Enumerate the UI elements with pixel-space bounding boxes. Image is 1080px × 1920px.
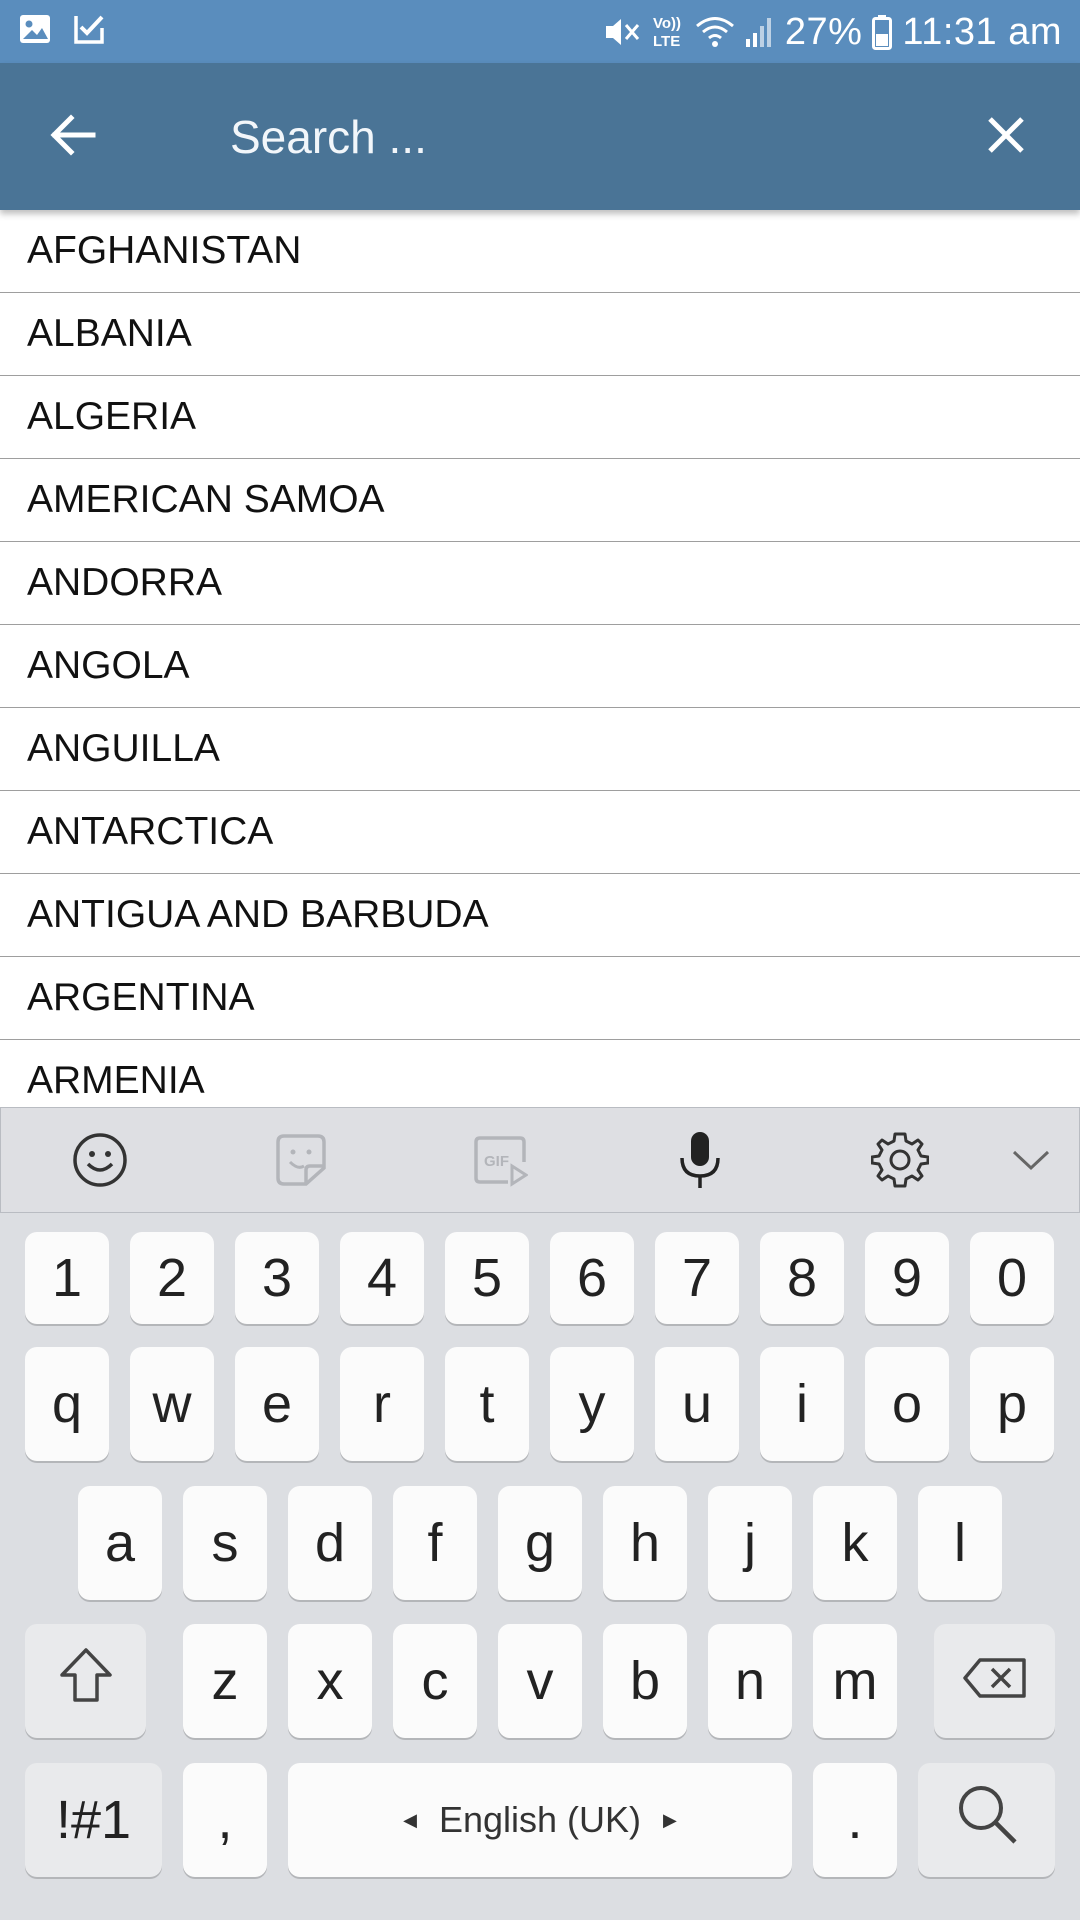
sticker-button[interactable]	[268, 1130, 332, 1194]
period-key[interactable]: .	[813, 1763, 897, 1877]
key-h[interactable]: h	[603, 1486, 687, 1600]
key-2[interactable]: 2	[130, 1232, 214, 1324]
key-7[interactable]: 7	[655, 1232, 739, 1324]
svg-text:Vo)): Vo))	[653, 15, 681, 32]
key-a[interactable]: a	[78, 1486, 162, 1600]
key-4[interactable]: 4	[340, 1232, 424, 1324]
key-i[interactable]: i	[760, 1347, 844, 1461]
volte-icon: Vo)) LTE	[651, 12, 685, 52]
signal-icon	[745, 15, 775, 49]
hide-keyboard-button[interactable]	[999, 1130, 1063, 1194]
space-key[interactable]: ◀ English (UK) ▶	[288, 1763, 792, 1877]
list-item[interactable]: ANGOLA	[0, 625, 1080, 708]
key-3[interactable]: 3	[235, 1232, 319, 1324]
list-item[interactable]: ANDORRA	[0, 542, 1080, 625]
arrow-back-icon	[49, 113, 97, 162]
list-item[interactable]: ANTARCTICA	[0, 791, 1080, 874]
key-y[interactable]: y	[550, 1347, 634, 1461]
emoji-icon	[72, 1132, 128, 1193]
key-0[interactable]: 0	[970, 1232, 1054, 1324]
list-item[interactable]: AFGHANISTAN	[0, 210, 1080, 293]
key-n[interactable]: n	[708, 1624, 792, 1738]
voice-input-button[interactable]	[668, 1130, 732, 1194]
key-j[interactable]: j	[708, 1486, 792, 1600]
list-item[interactable]: ANGUILLA	[0, 708, 1080, 791]
key-5[interactable]: 5	[445, 1232, 529, 1324]
list-item[interactable]: ANTIGUA AND BARBUDA	[0, 874, 1080, 957]
key-o[interactable]: o	[865, 1347, 949, 1461]
battery-icon	[872, 14, 893, 50]
language-left-arrow-icon: ◀	[403, 1809, 417, 1830]
clear-search-button[interactable]	[966, 101, 1046, 173]
microphone-icon	[672, 1130, 728, 1195]
key-l[interactable]: l	[918, 1486, 1002, 1600]
search-action-key[interactable]	[918, 1763, 1055, 1877]
key-x[interactable]: x	[288, 1624, 372, 1738]
svg-text:LTE: LTE	[653, 33, 680, 50]
search-app-bar	[0, 63, 1080, 210]
key-g[interactable]: g	[498, 1486, 582, 1600]
key-s[interactable]: s	[183, 1486, 267, 1600]
battery-percent: 27%	[784, 10, 863, 53]
keyboard-settings-button[interactable]	[868, 1130, 932, 1194]
country-list[interactable]: AFGHANISTAN ALBANIA ALGERIA AMERICAN SAM…	[0, 210, 1080, 1107]
key-q[interactable]: q	[25, 1347, 109, 1461]
key-t[interactable]: t	[445, 1347, 529, 1461]
symbols-key[interactable]: !#1	[25, 1763, 162, 1877]
key-k[interactable]: k	[813, 1486, 897, 1600]
language-right-arrow-icon: ▶	[663, 1809, 677, 1830]
status-bar: Vo)) LTE 27% 11:31 am	[0, 0, 1080, 63]
key-p[interactable]: p	[970, 1347, 1054, 1461]
key-1[interactable]: 1	[25, 1232, 109, 1324]
search-icon	[955, 1782, 1019, 1859]
keyboard-toolbar: GIF	[0, 1107, 1080, 1213]
key-e[interactable]: e	[235, 1347, 319, 1461]
shift-icon	[59, 1647, 113, 1716]
task-check-icon	[72, 12, 106, 46]
backspace-key[interactable]	[934, 1624, 1055, 1738]
shift-key[interactable]	[25, 1624, 146, 1738]
key-b[interactable]: b	[603, 1624, 687, 1738]
list-item[interactable]: ALBANIA	[0, 293, 1080, 376]
key-d[interactable]: d	[288, 1486, 372, 1600]
back-button[interactable]	[32, 101, 114, 173]
gif-button[interactable]: GIF	[468, 1130, 532, 1194]
list-item[interactable]: AMERICAN SAMOA	[0, 459, 1080, 542]
on-screen-keyboard: GIF 1 2 3 4 5 6 7 8 9 0 q w e r t y u i	[0, 1107, 1080, 1920]
list-item[interactable]: ALGERIA	[0, 376, 1080, 459]
key-r[interactable]: r	[340, 1347, 424, 1461]
wifi-icon	[695, 15, 735, 49]
sticker-icon	[272, 1132, 328, 1193]
emoji-button[interactable]	[68, 1130, 132, 1194]
clock: 11:31 am	[902, 10, 1062, 53]
key-u[interactable]: u	[655, 1347, 739, 1461]
svg-text:GIF: GIF	[484, 1153, 509, 1170]
key-m[interactable]: m	[813, 1624, 897, 1738]
key-v[interactable]: v	[498, 1624, 582, 1738]
key-6[interactable]: 6	[550, 1232, 634, 1324]
key-w[interactable]: w	[130, 1347, 214, 1461]
settings-icon	[870, 1131, 930, 1194]
chevron-down-icon	[1011, 1148, 1051, 1177]
comma-key[interactable]: ,	[183, 1763, 267, 1877]
gallery-icon	[18, 12, 52, 46]
space-label: English (UK)	[438, 1799, 642, 1840]
key-z[interactable]: z	[183, 1624, 267, 1738]
search-input[interactable]	[230, 99, 930, 175]
key-9[interactable]: 9	[865, 1232, 949, 1324]
key-8[interactable]: 8	[760, 1232, 844, 1324]
gif-icon: GIF	[472, 1132, 529, 1193]
backspace-icon	[962, 1650, 1028, 1712]
mute-icon	[603, 14, 641, 50]
key-c[interactable]: c	[393, 1624, 477, 1738]
list-item[interactable]: ARGENTINA	[0, 957, 1080, 1040]
key-f[interactable]: f	[393, 1486, 477, 1600]
close-icon	[986, 115, 1026, 160]
list-item[interactable]: ARMENIA	[0, 1040, 1080, 1107]
